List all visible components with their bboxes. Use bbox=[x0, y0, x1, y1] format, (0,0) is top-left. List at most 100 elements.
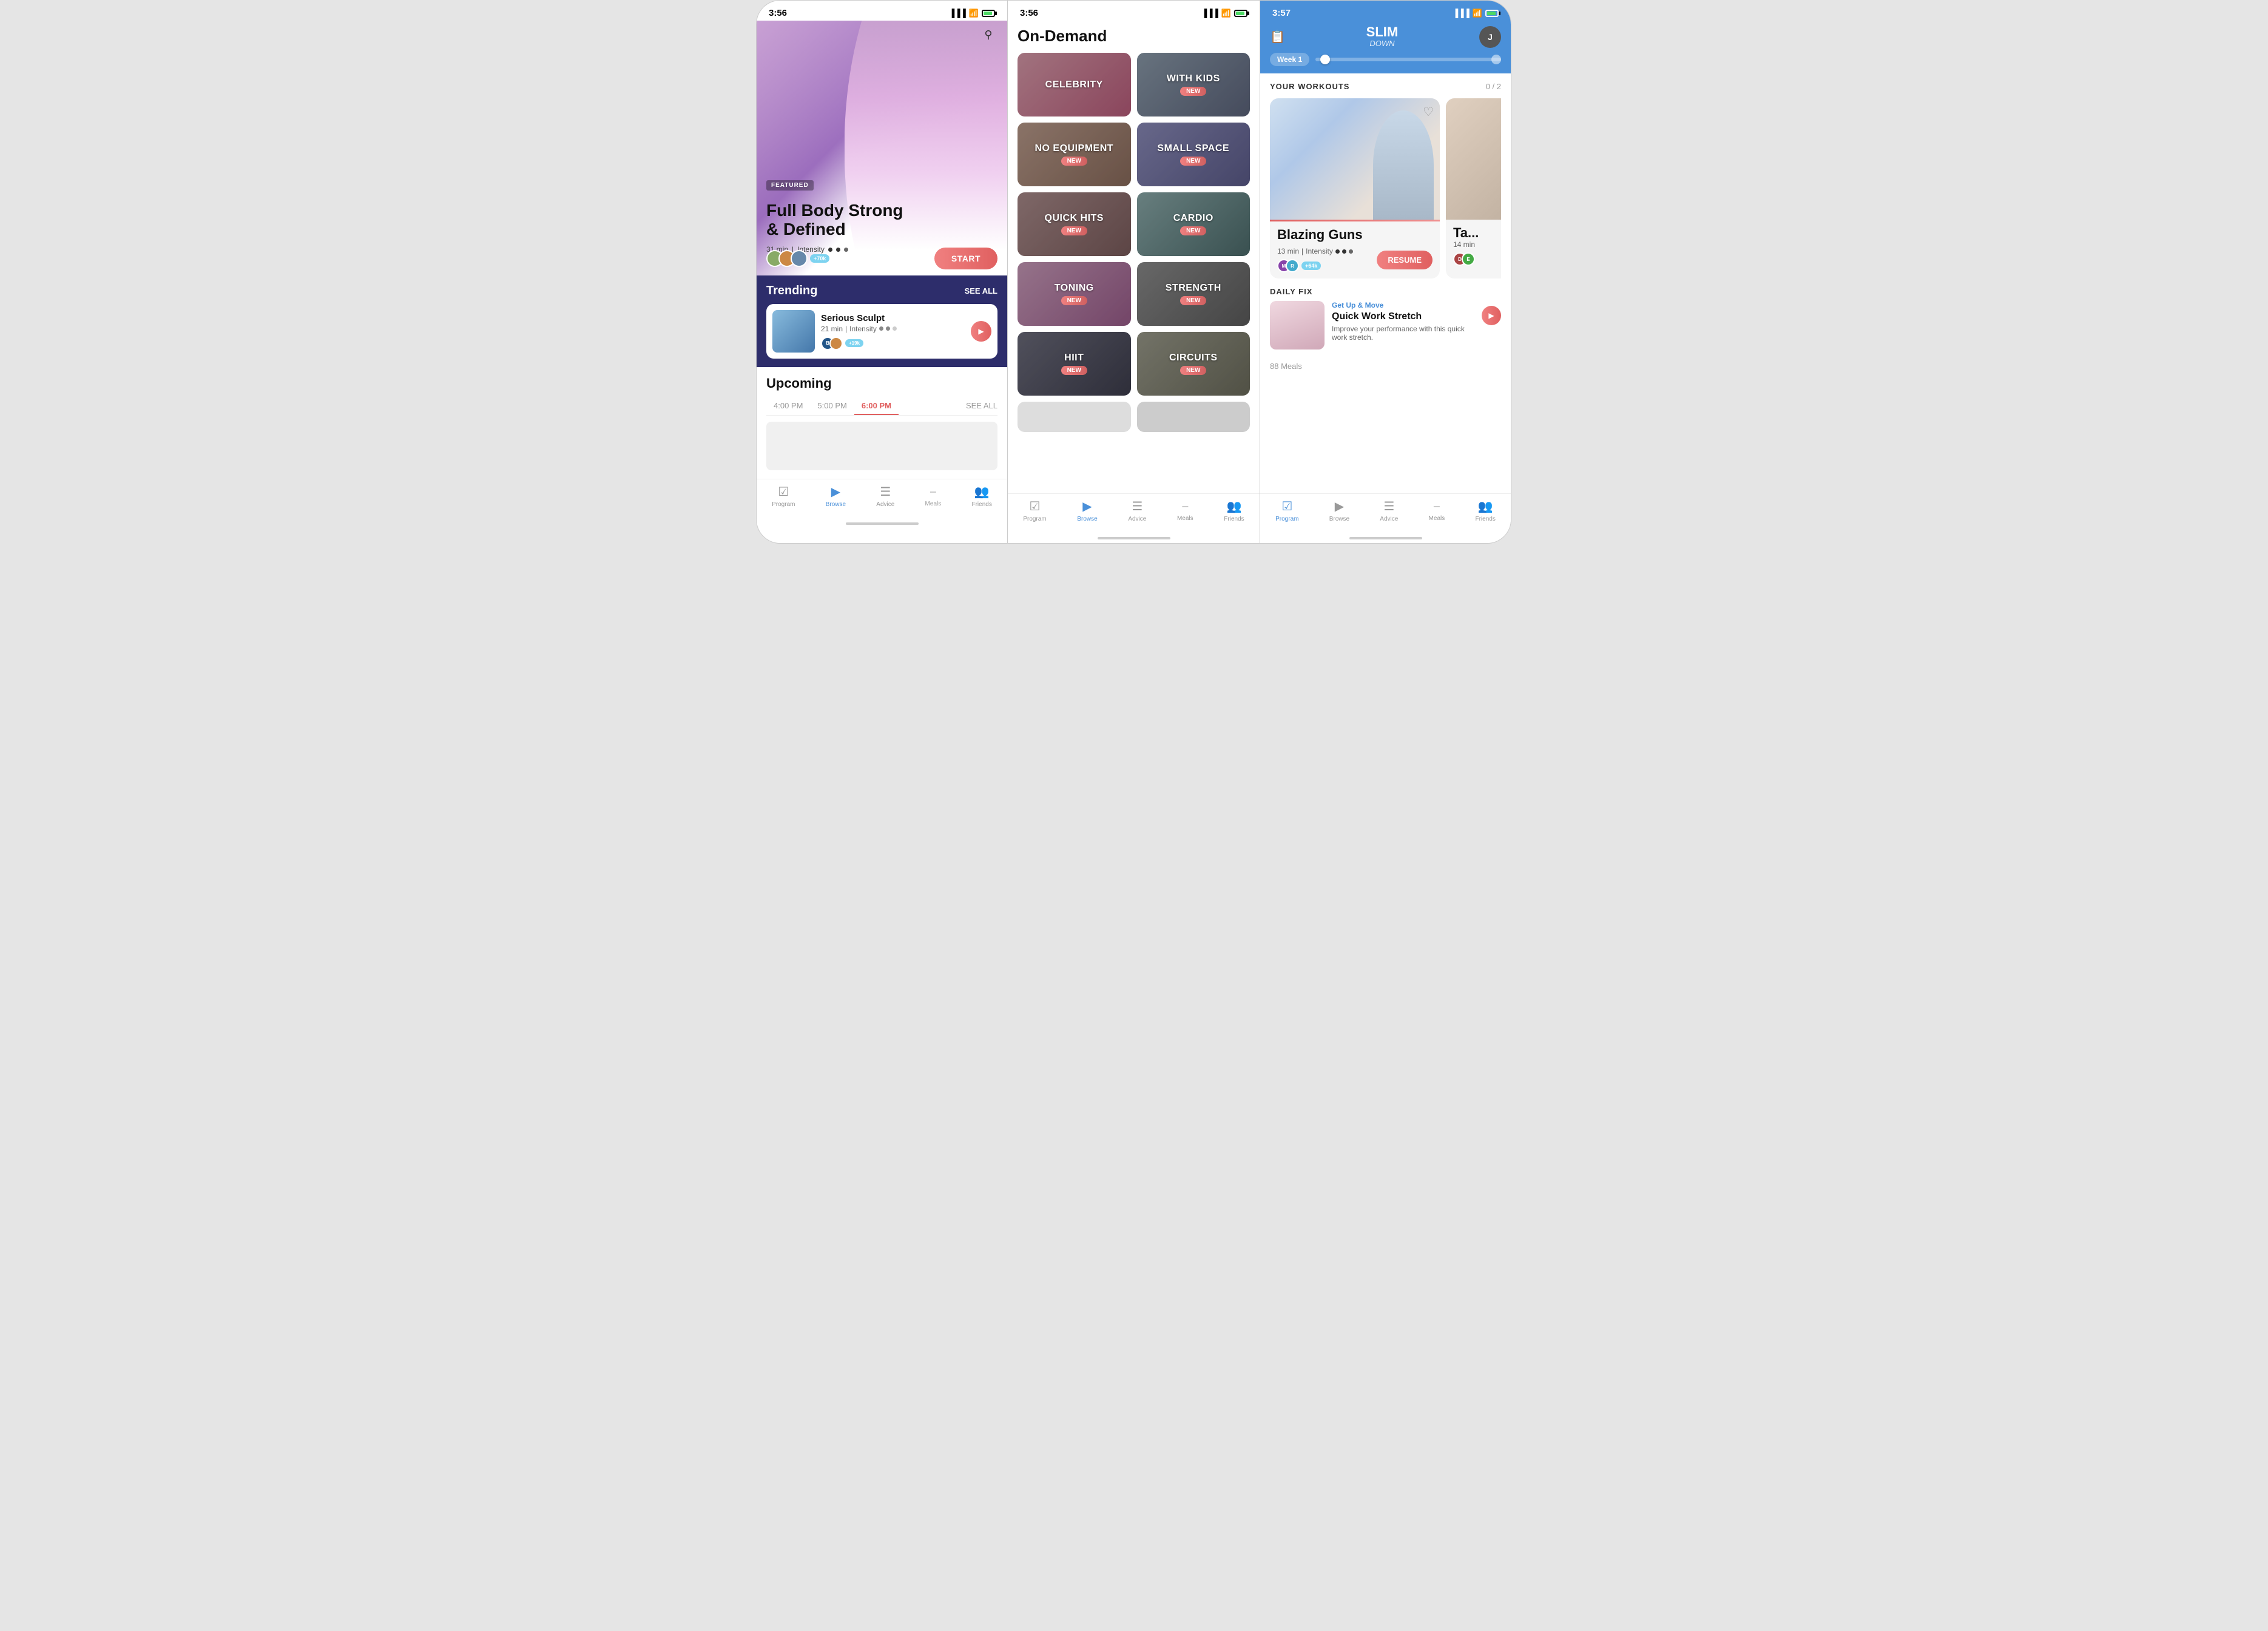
category-hiit[interactable]: HIIT NEW bbox=[1018, 332, 1131, 396]
nav-friends-1[interactable]: 👥 Friends bbox=[971, 484, 991, 508]
friends-icon-3: 👥 bbox=[1478, 499, 1493, 514]
resume-button[interactable]: RESUME bbox=[1377, 251, 1433, 269]
category-strength[interactable]: STRENGTH NEW bbox=[1137, 262, 1250, 326]
wifi-icon-2: 📶 bbox=[1221, 8, 1231, 18]
category-withkids[interactable]: WITH KIDS NEW bbox=[1137, 53, 1250, 116]
daily-fix-play-button[interactable]: ▶ bbox=[1482, 306, 1501, 325]
withkids-label: WITH KIDS bbox=[1167, 73, 1220, 84]
nav-meals-1[interactable]: ⎯ Meals bbox=[925, 485, 942, 507]
bg-d3 bbox=[1349, 249, 1353, 254]
smallspace-overlay: SMALL SPACE NEW bbox=[1137, 123, 1250, 186]
nav-friends-2[interactable]: 👥 Friends bbox=[1224, 499, 1244, 522]
daily-fix-description: Improve your performance with this quick… bbox=[1332, 325, 1474, 342]
time-tabs: 4:00 PM 5:00 PM 6:00 PM SEE ALL bbox=[766, 397, 997, 416]
nav-advice-3[interactable]: ☰ Advice bbox=[1380, 499, 1398, 522]
workout-cards-row: ♡ Blazing Guns 13 min | Intens bbox=[1270, 98, 1501, 279]
strength-overlay: STRENGTH NEW bbox=[1137, 262, 1250, 326]
upcoming-see-all[interactable]: SEE ALL bbox=[966, 397, 997, 415]
progress-end bbox=[1491, 55, 1501, 64]
hiit-label: HIIT bbox=[1064, 353, 1084, 363]
user-avatar[interactable]: J bbox=[1479, 26, 1501, 48]
category-cardio[interactable]: CARDIO NEW bbox=[1137, 192, 1250, 256]
blazing-guns-avatars: M R +64k bbox=[1277, 259, 1353, 272]
circuits-overlay: CIRCUITS NEW bbox=[1137, 332, 1250, 396]
nav-advice-2[interactable]: ☰ Advice bbox=[1128, 499, 1146, 522]
start-button[interactable]: START bbox=[934, 248, 997, 269]
meals-icon-3: ⎯ bbox=[1434, 499, 1440, 513]
category-celebrity[interactable]: CELEBRITY bbox=[1018, 53, 1131, 116]
time-tab-2[interactable]: 5:00 PM bbox=[810, 397, 854, 415]
upcoming-section: Upcoming 4:00 PM 5:00 PM 6:00 PM SEE ALL bbox=[757, 367, 1007, 479]
trainer-figure bbox=[1373, 110, 1434, 220]
nav-meals-3[interactable]: ⎯ Meals bbox=[1429, 499, 1445, 522]
quickhits-label: QUICK HITS bbox=[1045, 213, 1104, 224]
trending-card[interactable]: Serious Sculpt 21 min | Intensity B +19k bbox=[766, 304, 997, 359]
featured-badge: FEATURED bbox=[766, 180, 814, 191]
hiit-overlay: HIIT NEW bbox=[1018, 332, 1131, 396]
category-smallspace[interactable]: SMALL SPACE NEW bbox=[1137, 123, 1250, 186]
nav-meals-2[interactable]: ⎯ Meals bbox=[1177, 499, 1193, 522]
hero-bottom: +70k START bbox=[757, 244, 1007, 275]
trending-see-all[interactable]: SEE ALL bbox=[965, 286, 997, 295]
bg-d1 bbox=[1335, 249, 1340, 254]
battery-icon bbox=[982, 10, 995, 17]
smallspace-label: SMALL SPACE bbox=[1157, 143, 1229, 154]
nav-advice-1[interactable]: ☰ Advice bbox=[876, 484, 894, 508]
nav-program-1[interactable]: ☑ Program bbox=[772, 484, 795, 508]
program-header: 📋 SLIM DOWN J Week 1 bbox=[1260, 21, 1511, 73]
trending-intensity-label: Intensity bbox=[849, 325, 877, 333]
toning-new: NEW bbox=[1061, 296, 1087, 305]
nav-friends-label-3: Friends bbox=[1475, 516, 1495, 522]
phone-ondemand: 3:56 ▐▐▐ 📶 On-Demand CELEBRITY bbox=[1008, 0, 1260, 544]
week-progress: Week 1 bbox=[1270, 53, 1501, 66]
noequip-new: NEW bbox=[1061, 157, 1087, 166]
workout-card-blazing-guns[interactable]: ♡ Blazing Guns 13 min | Intens bbox=[1270, 98, 1440, 279]
battery-icon-3 bbox=[1485, 10, 1499, 17]
heart-icon[interactable]: ♡ bbox=[1423, 104, 1434, 120]
search-icon[interactable]: ⚲ bbox=[979, 25, 997, 44]
progress-thumb bbox=[1320, 55, 1330, 64]
noequip-label: NO EQUIPMENT bbox=[1034, 143, 1113, 154]
nav-browse-2[interactable]: ▶ Browse bbox=[1077, 499, 1097, 522]
nav-friends-3[interactable]: 👥 Friends bbox=[1475, 499, 1495, 522]
your-workouts-title: YOUR WORKOUTS bbox=[1270, 82, 1349, 91]
nav-friends-label-1: Friends bbox=[971, 501, 991, 508]
nav-browse-1[interactable]: ▶ Browse bbox=[826, 484, 846, 508]
daily-fix-card[interactable]: Get Up & Move Quick Work Stretch Improve… bbox=[1270, 301, 1501, 350]
category-circuits[interactable]: CIRCUITS NEW bbox=[1137, 332, 1250, 396]
t-user-count: +19k bbox=[845, 339, 863, 347]
nav-program-label-2: Program bbox=[1023, 516, 1046, 522]
nav-meals-label-1: Meals bbox=[925, 501, 942, 507]
nav-browse-label-3: Browse bbox=[1329, 516, 1349, 522]
nav-program-2[interactable]: ☑ Program bbox=[1023, 499, 1046, 522]
trending-avatars: B +19k bbox=[821, 337, 965, 350]
strength-label: STRENGTH bbox=[1166, 283, 1221, 294]
browse-icon-1: ▶ bbox=[831, 484, 840, 499]
time-tab-3[interactable]: 6:00 PM bbox=[854, 397, 899, 415]
category-toning[interactable]: TONING NEW bbox=[1018, 262, 1131, 326]
category-quickhits[interactable]: QUICK HITS NEW bbox=[1018, 192, 1131, 256]
toning-label: TONING bbox=[1055, 283, 1094, 294]
program-header-top: 📋 SLIM DOWN J bbox=[1270, 25, 1501, 48]
trending-play-button[interactable]: ▶ bbox=[971, 321, 991, 342]
advice-icon-1: ☰ bbox=[880, 484, 891, 499]
category-noequip[interactable]: NO EQUIPMENT NEW bbox=[1018, 123, 1131, 186]
program-icon-2: ☑ bbox=[1030, 499, 1041, 514]
celebrity-label: CELEBRITY bbox=[1045, 79, 1103, 90]
battery-icon-2 bbox=[1234, 10, 1247, 17]
nav-friends-label-2: Friends bbox=[1224, 516, 1244, 522]
blazing-guns-info: Blazing Guns 13 min | Intensity bbox=[1270, 221, 1440, 279]
nav-browse-3[interactable]: ▶ Browse bbox=[1329, 499, 1349, 522]
nav-meals-label-2: Meals bbox=[1177, 515, 1193, 522]
signal-icon-2: ▐▐▐ bbox=[1201, 8, 1218, 18]
meals-icon-2: ⎯ bbox=[1182, 499, 1188, 513]
partial-info: Ta... 14 min D E bbox=[1446, 220, 1501, 272]
status-icons-1: ▐▐▐ 📶 bbox=[949, 8, 995, 18]
workout-card-partial[interactable]: Ta... 14 min D E bbox=[1446, 98, 1501, 279]
nav-advice-label-2: Advice bbox=[1128, 516, 1146, 522]
nav-program-3[interactable]: ☑ Program bbox=[1275, 499, 1298, 522]
trending-info: Serious Sculpt 21 min | Intensity B +19k bbox=[821, 313, 965, 350]
circuits-label: CIRCUITS bbox=[1169, 353, 1218, 363]
status-icons-3: ▐▐▐ 📶 bbox=[1453, 8, 1499, 18]
time-tab-1[interactable]: 4:00 PM bbox=[766, 397, 810, 415]
